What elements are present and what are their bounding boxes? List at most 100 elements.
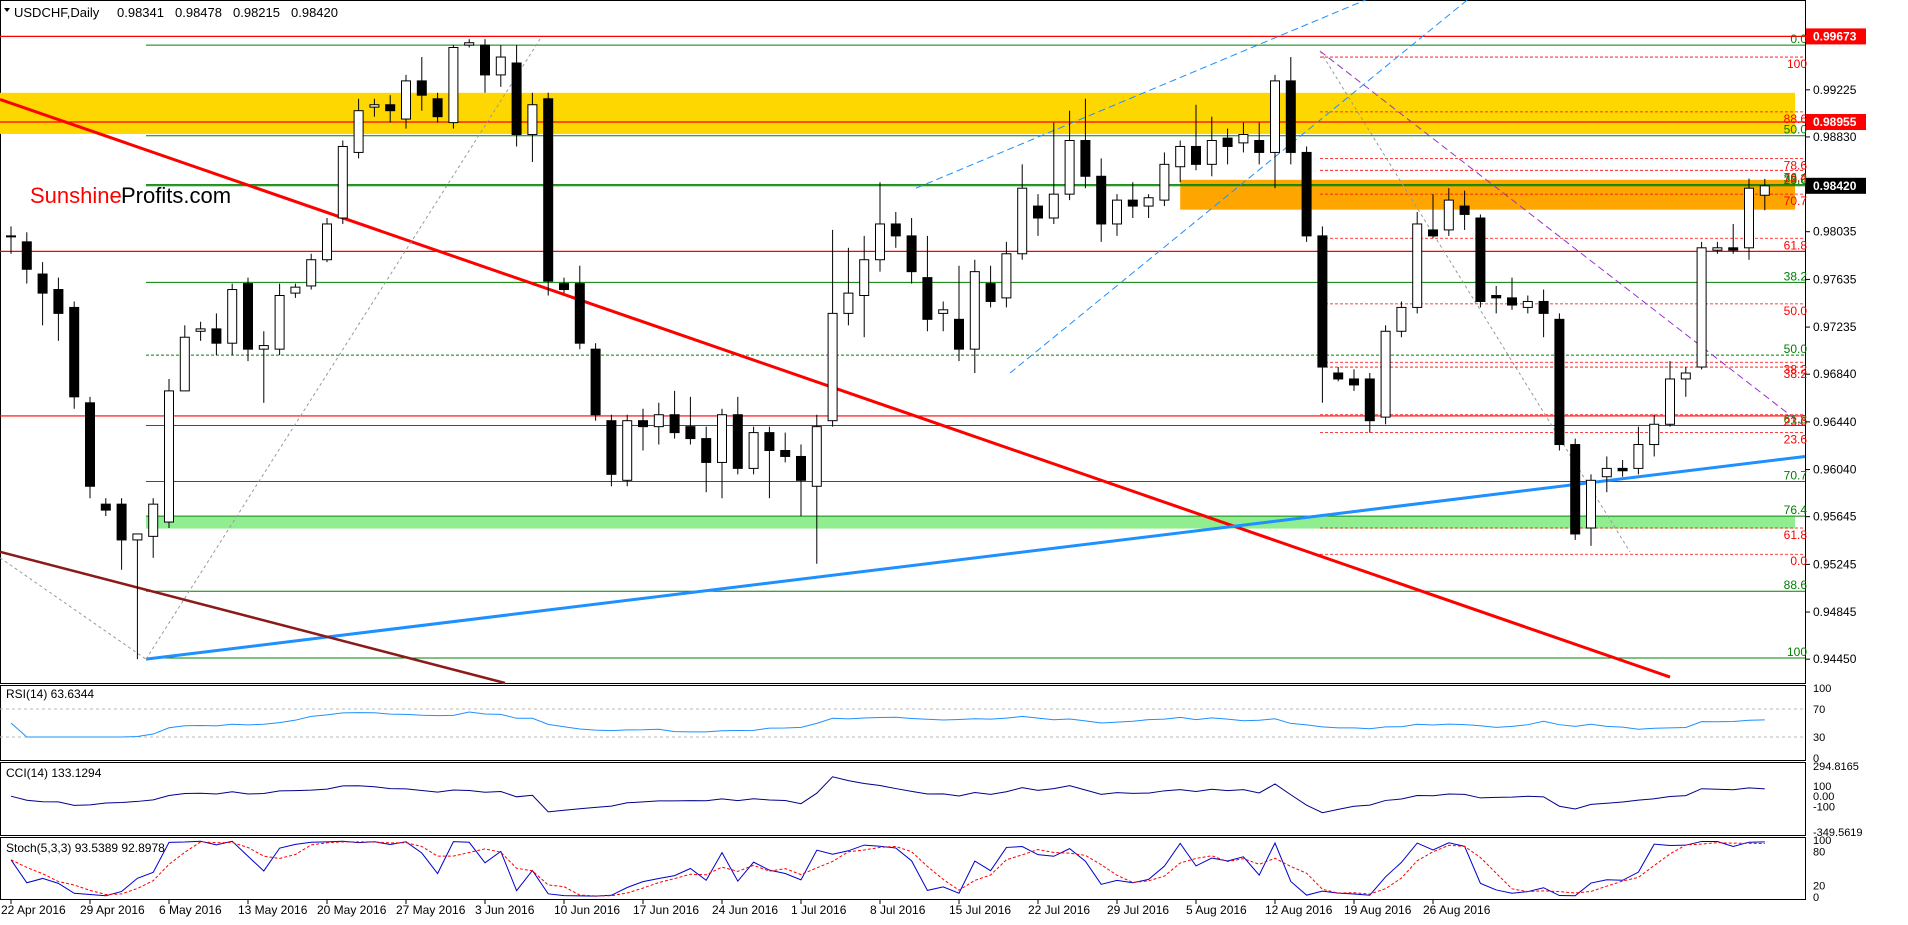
candle-body-45 [717,414,727,463]
date-tick-label-5: 27 May 2016 [396,903,466,917]
fib-red-label-1: 88.6 [1784,112,1808,126]
date-tick-label-17: 19 Aug 2016 [1344,903,1412,917]
candle-body-64 [1017,187,1028,255]
price-tick-label-4: 0.97235 [1813,320,1857,334]
candle-body-85 [1349,378,1359,386]
date-tick-label-4: 20 May 2016 [317,903,387,917]
fib-green-label-8: 76.4 [1784,503,1808,517]
candle-body-52 [827,312,838,422]
candle-body-12 [195,328,206,332]
fib-red-label-3: 76.4 [1784,170,1808,184]
candle-body-38 [606,420,617,475]
candle-body-79 [1254,140,1265,153]
candle-body-10 [164,390,174,523]
candle-body-5 [85,402,95,487]
price-tick-label-3: 0.97635 [1813,272,1857,286]
stoch-tick-label-2: 20 [1813,881,1825,893]
candle-body-39 [622,420,633,481]
candle-body-2 [37,273,48,294]
candle-body-24 [385,104,396,112]
candle-body-86 [1364,378,1375,422]
rsi-tick-label-0: 100 [1813,683,1831,695]
header-high: 0.98478 [175,5,222,20]
zone-0 [0,92,1795,134]
chart-root: 0.0 50.0 38.2 23.6 38.2 50.0 61.8 70.7 76.4 88.6 1… [0,0,1908,920]
candle-body-76 [1206,140,1217,165]
fib-red-label-10: 61.8 [1784,528,1808,542]
candle-body-36 [574,283,585,344]
price-tick-label-8: 0.95645 [1813,510,1857,524]
watermark-sunshine: Sunshine [30,183,122,208]
candle-body-92 [1459,205,1470,215]
candle-body-93 [1475,217,1486,302]
candle-body-83 [1317,235,1328,368]
price-highlight-label-1: 0.98955 [1813,115,1857,129]
candle-body-46 [732,414,743,469]
candle-body-49 [780,450,791,457]
candle-body-67 [1064,140,1075,195]
candle-body-106 [1680,372,1691,380]
candle-body-34 [543,98,554,282]
candle-body-99 [1570,444,1581,535]
price-tick-label-6: 0.96440 [1813,415,1857,429]
rsi-axis: 10070300 [1813,683,1831,765]
price-highlight-label-0: 0.99673 [1813,29,1857,43]
candle-body-104 [1649,423,1660,446]
candle-body-80 [1270,80,1280,153]
candle-body-58 [922,277,933,320]
date-tick-label-15: 5 Aug 2016 [1186,903,1247,917]
candle-body-27 [432,98,443,118]
candle-body-26 [416,80,427,96]
candle-body-14 [227,289,238,344]
candle-body-30 [480,44,490,76]
fib-green-label-7: 70.7 [1784,469,1808,483]
usdchf-chart: 0.0 50.0 38.2 23.6 38.2 50.0 61.8 70.7 76.4 88.6 1… [0,0,1866,917]
candle-body-17 [274,295,285,350]
candle-body-61 [969,271,980,350]
candle-body-47 [748,432,759,469]
candle-body-82 [1301,151,1312,237]
date-tick-label-9: 24 Jun 2016 [712,903,778,917]
cci-panel: CCI(14) 133.1294 294.81651000.00-100-349… [0,761,1863,839]
candle-body-71 [1127,199,1138,207]
cci-tick-label-0: 294.8165 [1813,761,1859,773]
candle-body-55 [875,223,885,261]
candle-body-6 [100,503,111,511]
candle-body-11 [179,336,190,392]
price-tick-label-5: 0.96840 [1813,367,1857,381]
fib-red-label-6: 50.0 [1784,304,1808,318]
stoch-tick-label-1: 80 [1813,846,1825,858]
stoch-tick-label-3: 0 [1813,892,1819,904]
candle-body-88 [1396,306,1407,332]
date-tick-label-12: 15 Jul 2016 [949,903,1011,917]
candle-body-16 [258,345,269,350]
candle-body-4 [69,306,80,398]
price-tick-label-7: 0.96040 [1813,463,1857,477]
candle-body-32 [511,62,522,136]
candle-body-7 [116,503,127,541]
candle-body-75 [1191,145,1201,165]
candle-body-101 [1601,467,1612,478]
fib-red-label-11: 38.2 [1784,367,1808,381]
candle-body-40 [638,420,648,428]
candle-body-73 [1159,163,1170,201]
date-axis: 22 Apr 2016 29 Apr 2016 6 May 2016 13 May 2… [1,899,1491,917]
candle-body-13 [211,328,222,344]
stoch-axis: 10080 200 [1813,835,1831,904]
candle-body-108 [1712,247,1723,251]
candle-body-77 [1222,137,1233,147]
candle-body-28 [448,47,459,124]
candle-body-97 [1538,300,1549,314]
date-tick-label-0: 22 Apr 2016 [1,903,66,917]
candle-body-105 [1665,378,1675,425]
fib-green-label-5: 50.0 [1784,342,1808,356]
fib-red-label-9: 0.0 [1790,554,1807,568]
date-tick-label-2: 6 May 2016 [159,903,222,917]
date-tick-label-3: 13 May 2016 [238,903,308,917]
header-symbol: USDCHF,Daily [14,5,100,20]
candle-body-25 [401,80,411,120]
fib-red-label-5: 61.8 [1784,238,1808,252]
date-tick-label-8: 17 Jun 2016 [633,903,699,917]
cci-axis: 294.81651000.00-100-349.5619 [1813,761,1863,839]
header-open: 0.98341 [117,5,164,20]
